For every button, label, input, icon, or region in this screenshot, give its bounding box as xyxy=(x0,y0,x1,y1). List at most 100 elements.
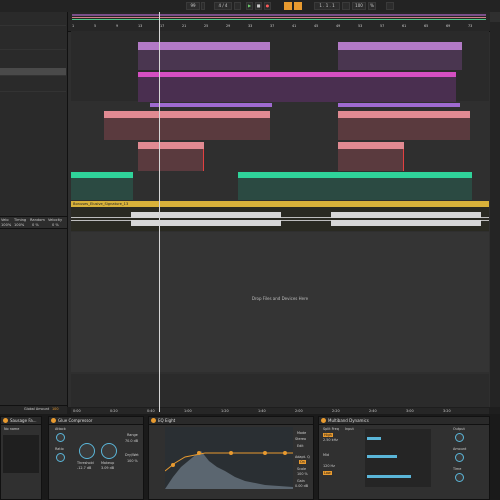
label-velo: Velo xyxy=(1,218,9,222)
global-amount-bar: Global Amount 100 xyxy=(0,405,67,414)
midi-clip-body[interactable] xyxy=(138,149,204,171)
device-glue-compressor[interactable]: Glue Compressor Attack Ratio Threshold -… xyxy=(48,416,144,500)
range-value[interactable]: 70.0 dB xyxy=(125,439,138,443)
drop-zone[interactable] xyxy=(71,232,489,372)
midi-clip-body[interactable] xyxy=(238,178,472,200)
makeup-knob[interactable] xyxy=(101,443,117,459)
midi-clip-body[interactable] xyxy=(138,77,456,102)
preset-name: No name xyxy=(4,427,20,431)
midi-clip[interactable] xyxy=(338,142,404,149)
loop-length-field[interactable]: 100 xyxy=(352,2,366,10)
browser-panel xyxy=(0,12,68,407)
arrangement-overview[interactable] xyxy=(68,12,490,22)
amount-knob[interactable] xyxy=(455,453,464,462)
low-band-button[interactable]: Low xyxy=(323,471,332,475)
band-display[interactable] xyxy=(365,429,431,487)
time-tick: 0:00 xyxy=(73,409,81,413)
value-velo[interactable]: 100% xyxy=(1,223,11,227)
midi-clip[interactable] xyxy=(338,111,470,118)
output-knob[interactable] xyxy=(455,433,464,442)
instrument-display xyxy=(3,435,39,473)
playhead[interactable] xyxy=(159,12,160,412)
device-instrument[interactable]: Sausage Fa... No name xyxy=(0,416,42,500)
track-scrollbar[interactable] xyxy=(490,22,500,407)
loop-button[interactable] xyxy=(294,2,302,10)
stop-button[interactable]: ■ xyxy=(255,2,262,10)
record-button[interactable]: ● xyxy=(264,2,271,10)
midi-clip-body[interactable] xyxy=(138,50,270,70)
midi-clip-body[interactable] xyxy=(338,118,470,140)
ruler-tick: 57 xyxy=(380,24,385,28)
ratio-knob[interactable] xyxy=(56,453,65,462)
midi-clip[interactable] xyxy=(138,42,270,50)
device-power-icon[interactable] xyxy=(51,418,56,423)
midi-clip-body[interactable] xyxy=(104,118,270,140)
scale-label: Scale xyxy=(297,467,307,471)
midi-clip-strip[interactable] xyxy=(338,103,460,107)
drywet-value[interactable]: 100 % xyxy=(127,459,138,463)
mode-value[interactable]: Stereo xyxy=(295,437,306,441)
adapt-q-toggle[interactable]: On xyxy=(299,460,306,464)
device-power-icon[interactable] xyxy=(3,418,8,423)
label-velocity: Velocity xyxy=(48,218,63,222)
low-split-value[interactable]: 120 Hz xyxy=(323,464,335,468)
threshold-value[interactable]: -12.7 dB xyxy=(77,466,91,470)
time-tick: 0:20 xyxy=(110,409,118,413)
browser-row[interactable] xyxy=(0,18,66,26)
browser-row-selected[interactable] xyxy=(0,68,66,76)
draw-mode-button[interactable] xyxy=(386,2,394,10)
time-tick: 2:00 xyxy=(295,409,303,413)
threshold-knob[interactable] xyxy=(79,443,95,459)
tempo-field[interactable]: 99 xyxy=(186,2,200,10)
groove-detail-header: Velo Timing Random Velocity 100% 100% 0 … xyxy=(0,216,67,229)
device-power-icon[interactable] xyxy=(151,418,156,423)
zoom-field[interactable]: % xyxy=(368,2,376,10)
midi-clip-body[interactable] xyxy=(338,149,404,171)
midi-clip[interactable] xyxy=(338,42,462,50)
global-amount-value[interactable]: 100 xyxy=(52,407,58,411)
eq-curve-graphic xyxy=(164,451,293,489)
midi-clip[interactable] xyxy=(138,142,204,149)
position-field[interactable]: 1 . 1 . 1 xyxy=(314,2,340,10)
midi-clip-body[interactable] xyxy=(338,50,462,70)
attack-knob[interactable] xyxy=(56,433,65,442)
gain-label: Gain xyxy=(297,479,305,483)
eq-spectrum[interactable] xyxy=(164,427,293,489)
value-random[interactable]: 0 % xyxy=(32,223,39,227)
label-random: Random xyxy=(30,218,45,222)
browser-row[interactable] xyxy=(0,42,66,50)
time-knob[interactable] xyxy=(455,473,464,482)
makeup-value[interactable]: 3.09 dB xyxy=(101,466,114,470)
time-tick: 3:20 xyxy=(443,409,451,413)
label-timing: Timing xyxy=(14,218,27,222)
gain-value[interactable]: 0.00 dB xyxy=(295,484,308,488)
master-track-lane[interactable] xyxy=(71,374,489,407)
automation-arm-button[interactable] xyxy=(284,2,292,10)
amount-label: Amount xyxy=(453,447,467,451)
mid-band-label: Mid xyxy=(323,453,330,457)
device-multiband-dynamics[interactable]: Multiband Dynamics Split Freq Input High… xyxy=(318,416,490,500)
midi-clip-body[interactable] xyxy=(71,178,133,200)
play-button[interactable]: ▶ xyxy=(246,2,253,10)
punch-in-button[interactable] xyxy=(342,2,350,10)
ratio-label: Ratio xyxy=(55,447,64,451)
device-eq-eight[interactable]: EQ Eight Mode Stereo Edit Adapt. Q On Sc… xyxy=(148,416,314,500)
metronome-icon[interactable] xyxy=(234,2,241,10)
value-velocity[interactable]: 0 % xyxy=(52,223,59,227)
meter-field[interactable]: 4 / 4 xyxy=(214,2,232,10)
ruler-tick: 17 xyxy=(160,24,165,28)
midi-clip[interactable] xyxy=(104,111,270,118)
device-power-icon[interactable] xyxy=(321,418,326,423)
ruler-tick: 49 xyxy=(336,24,341,28)
high-band-button[interactable]: High xyxy=(323,433,333,437)
browser-row[interactable] xyxy=(0,84,66,92)
value-timing[interactable]: 100% xyxy=(14,223,24,227)
device-title: Multiband Dynamics xyxy=(319,417,489,425)
midi-clip-strip[interactable] xyxy=(150,103,272,107)
global-amount-label: Global Amount xyxy=(24,407,50,411)
tap-button[interactable] xyxy=(201,2,205,10)
drop-zone-text: Drop Files and Devices Here xyxy=(251,296,309,301)
audio-waveform[interactable] xyxy=(71,207,489,231)
scale-value[interactable]: 100 % xyxy=(297,472,308,476)
high-split-value[interactable]: 2.50 kHz xyxy=(323,438,338,442)
